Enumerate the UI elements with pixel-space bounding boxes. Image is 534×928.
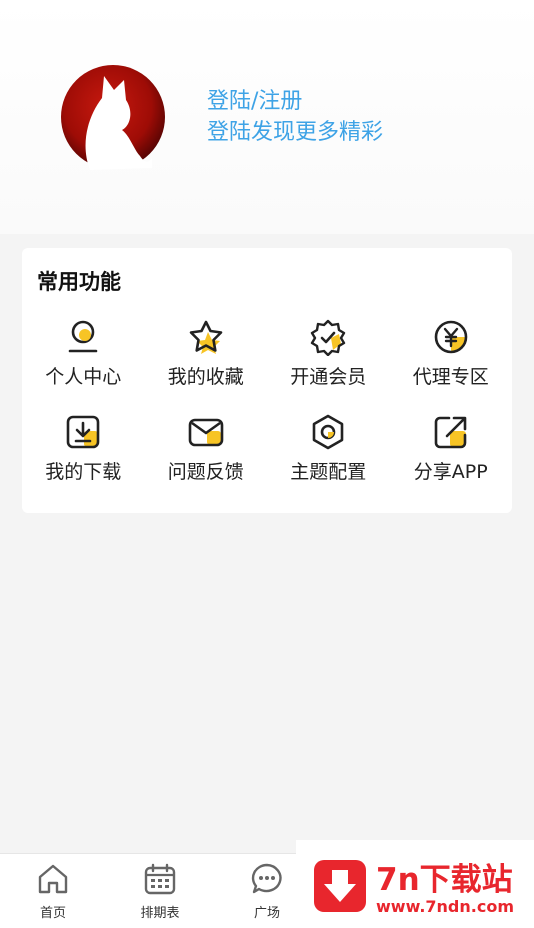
download-icon <box>66 415 100 449</box>
feature-label: 我的收藏 <box>167 366 244 388</box>
feature-label: 我的下载 <box>45 461 122 483</box>
feature-feedback[interactable]: 问题反馈 <box>145 413 268 484</box>
cat-avatar-icon[interactable] <box>60 64 166 170</box>
feature-label: 开通会员 <box>290 366 367 388</box>
calendar-icon <box>144 863 176 895</box>
feature-label: 分享APP <box>413 461 488 483</box>
feature-agent-zone[interactable]: 代理专区 <box>390 318 513 389</box>
mail-icon <box>188 418 224 447</box>
nav-home[interactable]: 首页 <box>13 862 93 921</box>
feature-label: 主题配置 <box>290 461 367 483</box>
features-grid: 个人中心 我的收藏 开通会员 代理专区 我的下载 问题反馈 主题配置 分享APP <box>22 318 512 484</box>
star-icon <box>189 320 223 354</box>
login-link[interactable]: 登陆/注册 登陆发现更多精彩 <box>207 87 383 149</box>
nav-label: 排期表 <box>140 906 180 921</box>
login-subtitle: 登陆发现更多精彩 <box>207 120 384 145</box>
nav-schedule[interactable]: 排期表 <box>120 862 200 921</box>
watermark-7ndn: 7n下载站 www.7ndn.com <box>296 840 534 928</box>
download-arrow-icon <box>314 860 366 912</box>
profile-page: 登陆/注册 登陆发现更多精彩 常用功能 个人中心 我的收藏 开通会员 代理专区 … <box>0 0 534 928</box>
feature-my-favorites[interactable]: 我的收藏 <box>145 318 268 389</box>
feature-label: 个人中心 <box>45 366 122 388</box>
feature-label: 代理专区 <box>412 366 489 388</box>
home-icon <box>38 864 68 894</box>
common-features-card: 常用功能 个人中心 我的收藏 开通会员 代理专区 我的下载 问题反馈 主题配置 … <box>22 248 512 513</box>
theme-icon <box>312 414 344 450</box>
feature-label: 问题反馈 <box>167 461 244 483</box>
feature-share-app[interactable]: 分享APP <box>390 413 513 484</box>
watermark-url: www.7ndn.com <box>376 897 514 916</box>
feature-personal-center[interactable]: 个人中心 <box>22 318 145 389</box>
feature-my-downloads[interactable]: 我的下载 <box>22 413 145 484</box>
yuan-icon <box>434 320 468 354</box>
nav-label: 首页 <box>39 906 66 921</box>
card-title: 常用功能 <box>37 270 121 294</box>
feature-theme-settings[interactable]: 主题配置 <box>267 413 390 484</box>
feature-open-vip[interactable]: 开通会员 <box>267 318 390 389</box>
profile-header: 登陆/注册 登陆发现更多精彩 <box>0 0 534 234</box>
user-icon <box>68 320 98 353</box>
chat-icon <box>251 863 282 894</box>
nav-label: 广场 <box>253 906 280 921</box>
vip-badge-icon <box>311 319 346 356</box>
watermark-title: 7n下载站 <box>376 862 513 898</box>
login-title[interactable]: 登陆/注册 <box>207 87 383 117</box>
nav-square[interactable]: 广场 <box>227 862 307 921</box>
share-icon <box>434 416 467 449</box>
